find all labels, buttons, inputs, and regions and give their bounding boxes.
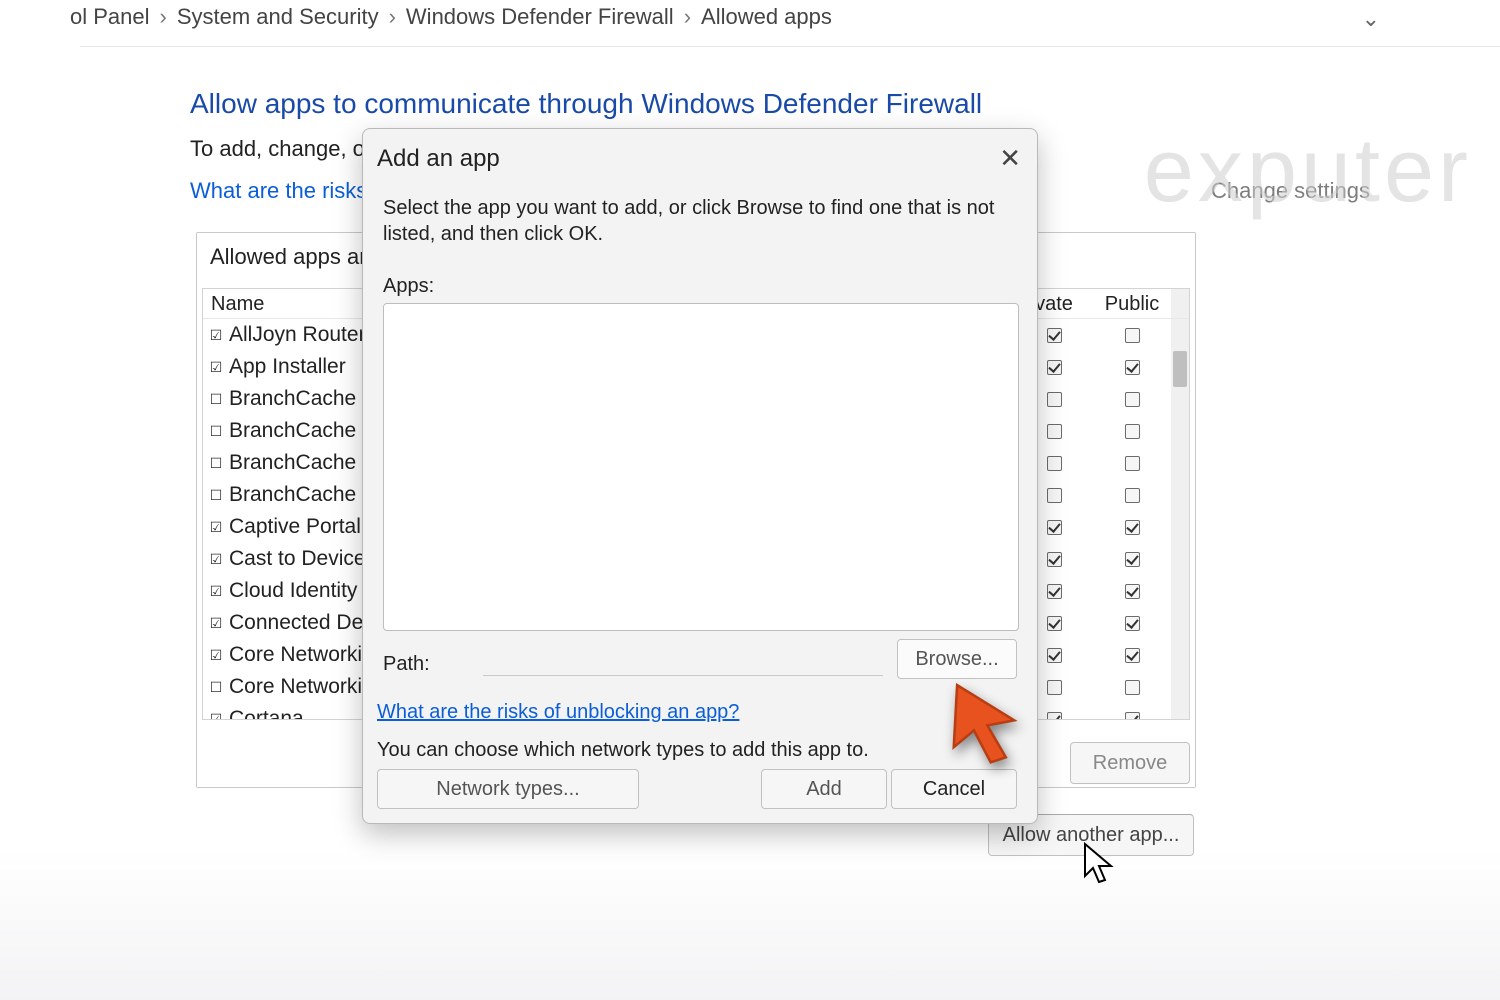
row-checkbox[interactable]: ☑ [207,360,225,374]
close-icon[interactable]: ✕ [999,143,1021,174]
apps-listbox[interactable] [383,303,1019,631]
breadcrumb[interactable]: ol Panel › System and Security › Windows… [70,4,832,30]
row-checkbox[interactable]: ☑ [207,328,225,342]
change-settings-button[interactable]: Change settings [1211,178,1370,204]
public-checkbox[interactable] [1093,328,1171,343]
risks-link[interactable]: What are the risks [190,178,367,204]
breadcrumb-item[interactable]: Allowed apps [701,4,832,30]
chevron-right-icon: › [684,4,691,30]
unblocking-risks-link[interactable]: What are the risks of unblocking an app? [377,701,739,724]
breadcrumb-item[interactable]: Windows Defender Firewall [406,4,674,30]
page-title: Allow apps to communicate through Window… [190,88,982,120]
row-checkbox[interactable]: ☑ [207,648,225,662]
row-checkbox[interactable]: ☑ [207,552,225,566]
public-checkbox[interactable] [1093,488,1171,503]
public-checkbox[interactable] [1093,680,1171,695]
public-checkbox[interactable] [1093,360,1171,375]
public-checkbox[interactable] [1093,712,1171,720]
path-label: Path: [383,653,430,676]
row-checkbox[interactable]: ☐ [207,488,225,502]
network-types-text: You can choose which network types to ad… [377,739,869,762]
add-button[interactable]: Add [761,769,887,809]
apps-label: Apps: [383,275,434,298]
breadcrumb-item[interactable]: ol Panel [70,4,150,30]
dialog-title: Add an app [377,145,500,173]
page-subtitle: To add, change, or [190,136,372,162]
row-checkbox[interactable]: ☐ [207,680,225,694]
path-input[interactable] [483,675,883,676]
scrollbar-track[interactable] [1171,319,1189,719]
remove-button[interactable]: Remove [1070,742,1190,784]
divider [80,46,1500,47]
public-checkbox[interactable] [1093,424,1171,439]
row-checkbox[interactable]: ☑ [207,520,225,534]
watermark: exputer [1144,120,1472,223]
add-app-dialog: Add an app ✕ Select the app you want to … [362,128,1038,824]
row-checkbox[interactable]: ☐ [207,456,225,470]
public-checkbox[interactable] [1093,616,1171,631]
row-checkbox[interactable]: ☑ [207,584,225,598]
cancel-button[interactable]: Cancel [891,769,1017,809]
public-checkbox[interactable] [1093,392,1171,407]
row-checkbox[interactable]: ☐ [207,424,225,438]
row-checkbox[interactable]: ☑ [207,616,225,630]
public-checkbox[interactable] [1093,552,1171,567]
browse-button[interactable]: Browse... [897,639,1017,679]
chevron-right-icon: › [160,4,167,30]
public-checkbox[interactable] [1093,520,1171,535]
network-types-button[interactable]: Network types... [377,769,639,809]
column-public-header[interactable]: Public [1093,289,1171,318]
public-checkbox[interactable] [1093,584,1171,599]
scrollbar-thumb[interactable] [1173,351,1187,387]
public-checkbox[interactable] [1093,648,1171,663]
breadcrumb-item[interactable]: System and Security [177,4,379,30]
row-checkbox[interactable]: ☑ [207,712,225,719]
allowed-apps-header: Allowed apps ar [210,244,367,270]
chevron-right-icon: › [389,4,396,30]
row-checkbox[interactable]: ☐ [207,392,225,406]
public-checkbox[interactable] [1093,456,1171,471]
dialog-instruction: Select the app you want to add, or click… [383,195,1017,247]
chevron-down-icon[interactable]: ⌄ [1362,6,1380,32]
